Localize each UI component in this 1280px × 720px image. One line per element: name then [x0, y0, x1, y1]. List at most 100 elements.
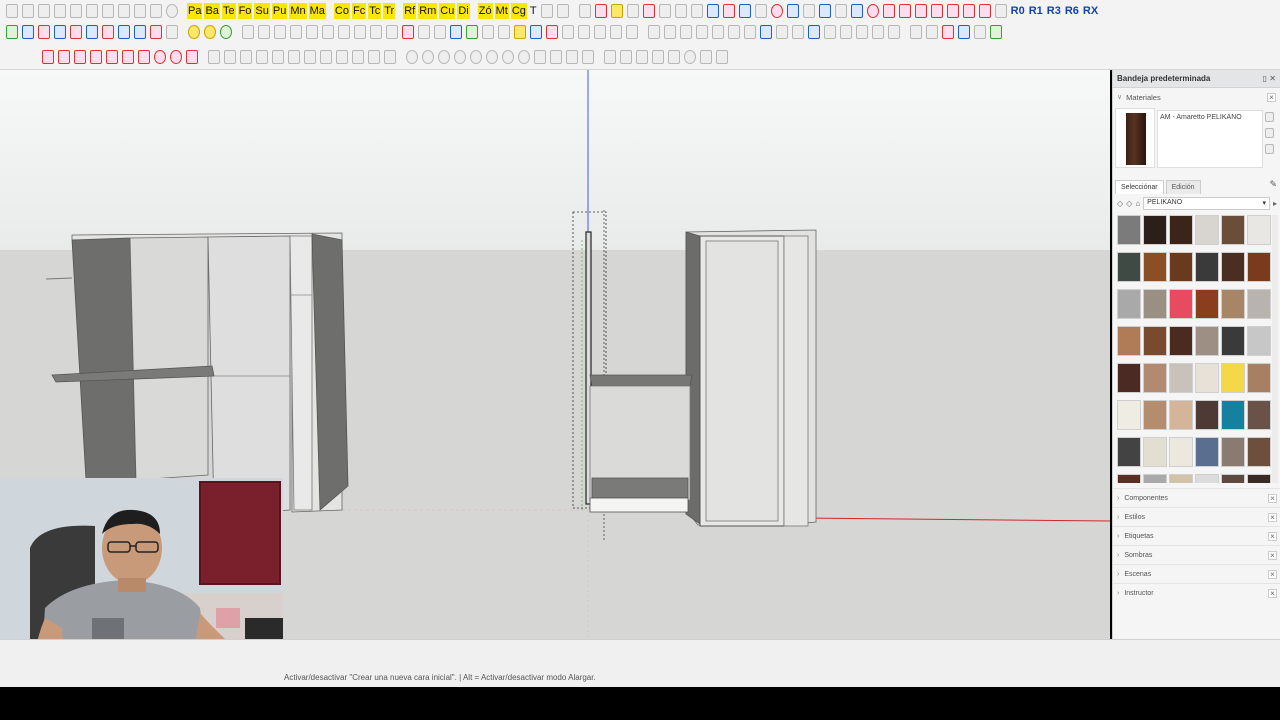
- material-swatch-46[interactable]: [1195, 474, 1219, 483]
- material-swatch-39[interactable]: [1169, 437, 1193, 467]
- copy-icon[interactable]: [70, 4, 82, 18]
- swatch-scrollbar[interactable]: [1272, 215, 1278, 483]
- protractor-icon[interactable]: [680, 25, 692, 39]
- close-icon[interactable]: ×: [1268, 531, 1277, 541]
- material-swatch-13[interactable]: [1117, 289, 1141, 319]
- rotate-tool-icon[interactable]: [102, 25, 114, 39]
- material-swatch-25[interactable]: [1117, 363, 1141, 393]
- panel-instructor[interactable]: › Instructor ×: [1113, 583, 1280, 602]
- tag-pu[interactable]: Pu: [271, 3, 288, 19]
- layer-b-icon[interactable]: [926, 25, 938, 39]
- model-info-icon[interactable]: [166, 4, 178, 18]
- plugin-i-icon[interactable]: [706, 4, 719, 18]
- draw-a-icon[interactable]: [42, 50, 54, 64]
- sample-paint-icon[interactable]: [1265, 144, 1274, 154]
- orbit-d-icon[interactable]: [454, 50, 466, 64]
- offset-tool-icon[interactable]: [134, 25, 146, 39]
- material-swatch-31[interactable]: [1117, 400, 1141, 430]
- orbit-c-icon[interactable]: [438, 50, 450, 64]
- tag-r6[interactable]: R6: [1064, 3, 1080, 19]
- plugin-y-icon[interactable]: [962, 4, 975, 18]
- draw-f-icon[interactable]: [122, 50, 134, 64]
- view-tool-w-icon[interactable]: [594, 25, 606, 39]
- text-tool-icon[interactable]: [696, 25, 708, 39]
- style-d-icon[interactable]: [856, 25, 868, 39]
- tag-cg[interactable]: Cg: [510, 3, 527, 19]
- material-swatch-32[interactable]: [1143, 400, 1167, 430]
- tag-co[interactable]: Co: [333, 3, 350, 19]
- material-swatch-42[interactable]: [1247, 437, 1271, 467]
- print-icon[interactable]: [150, 4, 162, 18]
- tag-ba[interactable]: Ba: [204, 3, 220, 19]
- library-select[interactable]: PELIKANO ▾: [1143, 196, 1270, 210]
- plugin-u-icon[interactable]: [898, 4, 911, 18]
- view-tool-g-icon[interactable]: [338, 25, 350, 39]
- tag-r3[interactable]: R3: [1046, 3, 1062, 19]
- plugin-r-icon[interactable]: [850, 4, 863, 18]
- display-secondary-icon[interactable]: [1265, 112, 1274, 122]
- view-tool-r-icon[interactable]: [514, 25, 526, 39]
- style-c-icon[interactable]: [840, 25, 852, 39]
- material-swatch-26[interactable]: [1143, 363, 1167, 393]
- plugin-s-icon[interactable]: [866, 4, 879, 18]
- material-swatch-34[interactable]: [1195, 400, 1219, 430]
- view-tool-p-icon[interactable]: [482, 25, 494, 39]
- plugin-p-icon[interactable]: [818, 4, 831, 18]
- orbit-a-icon[interactable]: [406, 50, 418, 64]
- rectangle-tool-icon[interactable]: [54, 25, 66, 39]
- material-swatch-12[interactable]: [1247, 252, 1271, 282]
- orbit-icon[interactable]: [728, 25, 740, 39]
- material-swatch-45[interactable]: [1169, 474, 1193, 483]
- view-top-icon[interactable]: [550, 50, 562, 64]
- material-swatch-15[interactable]: [1169, 289, 1193, 319]
- view-tool-h-icon[interactable]: [354, 25, 366, 39]
- style-e-icon[interactable]: [872, 25, 884, 39]
- cam-i-icon[interactable]: [336, 50, 348, 64]
- view-tool-q-icon[interactable]: [498, 25, 510, 39]
- delete-icon[interactable]: [102, 4, 114, 18]
- zoom-extents-icon[interactable]: [776, 25, 788, 39]
- home-icon[interactable]: ⌂: [1135, 199, 1140, 208]
- cam-c-icon[interactable]: [240, 50, 252, 64]
- view-tool-l-icon[interactable]: [418, 25, 430, 39]
- material-swatch-41[interactable]: [1221, 437, 1245, 467]
- view-tool-i-icon[interactable]: [370, 25, 382, 39]
- view-tool-d-icon[interactable]: [290, 25, 302, 39]
- plugin-c-icon[interactable]: [610, 4, 623, 18]
- orbit-h-icon[interactable]: [518, 50, 530, 64]
- tape-icon[interactable]: [540, 4, 553, 18]
- material-swatch-40[interactable]: [1195, 437, 1219, 467]
- cam-e-icon[interactable]: [272, 50, 284, 64]
- style-a-icon[interactable]: [808, 25, 820, 39]
- material-swatch-17[interactable]: [1221, 289, 1245, 319]
- material-swatch-21[interactable]: [1169, 326, 1193, 356]
- plugin-w-icon[interactable]: [930, 4, 943, 18]
- material-swatch-10[interactable]: [1195, 252, 1219, 282]
- solid-subtract-icon[interactable]: [204, 25, 216, 39]
- tag-r0[interactable]: R0: [1010, 3, 1026, 19]
- close-plugin-icon[interactable]: [994, 4, 1007, 18]
- tray-pin-icon[interactable]: ▯ ✕: [1263, 74, 1276, 83]
- plugin-e-icon[interactable]: [642, 4, 655, 18]
- tag-zo[interactable]: Zó: [477, 3, 493, 19]
- cam-b-icon[interactable]: [224, 50, 236, 64]
- view-iso-icon[interactable]: [534, 50, 546, 64]
- tab-select[interactable]: Selecciónar: [1115, 180, 1164, 194]
- line-tool-icon[interactable]: [22, 25, 34, 39]
- cam-l-icon[interactable]: [384, 50, 396, 64]
- draw-b-icon[interactable]: [58, 50, 70, 64]
- draw-c-icon[interactable]: [74, 50, 86, 64]
- view-tool-x-icon[interactable]: [610, 25, 622, 39]
- material-swatch-38[interactable]: [1143, 437, 1167, 467]
- orbit-b-icon[interactable]: [422, 50, 434, 64]
- plugin-x-icon[interactable]: [946, 4, 959, 18]
- layer-a-icon[interactable]: [910, 25, 922, 39]
- material-swatch-14[interactable]: [1143, 289, 1167, 319]
- material-swatch-36[interactable]: [1247, 400, 1271, 430]
- materials-panel-header[interactable]: ∨ Materiales ×: [1113, 88, 1280, 106]
- tag-cu[interactable]: Cu: [439, 3, 456, 19]
- view-tool-f-icon[interactable]: [322, 25, 334, 39]
- solid-intersect-icon[interactable]: [220, 25, 232, 39]
- tag-rm[interactable]: Rm: [418, 3, 438, 19]
- tag-t[interactable]: T: [529, 3, 538, 19]
